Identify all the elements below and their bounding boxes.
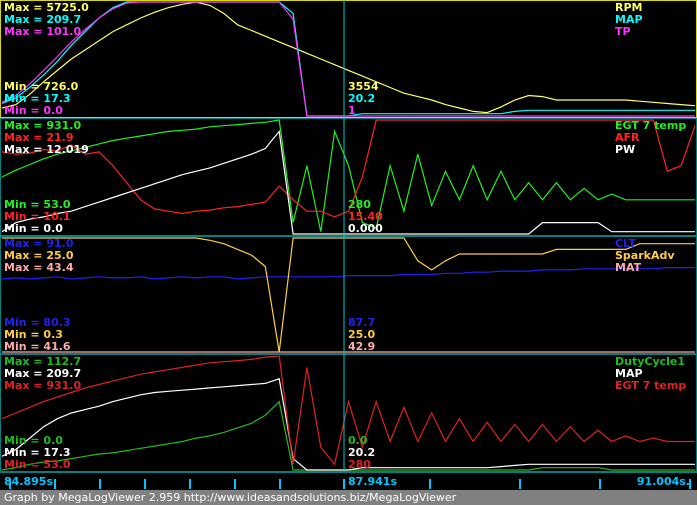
panel-1-tp-min-label: Min = 0.0 <box>4 104 63 117</box>
panel-4-egt-7-temp-max-label: Max = 931.0 <box>4 379 81 392</box>
panel-4-egt-7-temp-min-label: Min = 53.0 <box>4 458 71 471</box>
panel-2-pw-max-label: Max = 12.019 <box>4 143 89 156</box>
panel-4-egt-7-temp-legend: EGT 7 temp <box>615 379 686 392</box>
panel-3-mat-cursor-value: 42.9 <box>348 340 375 353</box>
time-axis-start-label: 84.895s. <box>4 475 57 488</box>
panel-3-mat-legend: MAT <box>615 261 642 274</box>
panel-1-tp-legend: TP <box>615 25 631 38</box>
panel-2-pw-cursor-value: 0.000 <box>348 222 383 235</box>
time-axis-end-label: 91.004s. <box>637 475 690 488</box>
graph-background <box>0 0 697 490</box>
panel-4-egt-7-temp-cursor-value: 280 <box>348 458 371 471</box>
panel-2-pw-legend: PW <box>615 143 635 156</box>
panel-3-mat-min-label: Min = 41.6 <box>4 340 71 353</box>
panel-3-mat-max-label: Max = 43.4 <box>4 261 74 274</box>
graph-canvas[interactable]: Max = 5725.0Min = 726.0 3554RPMMax = 209.… <box>0 0 697 490</box>
panel-1-tp-max-label: Max = 101.0 <box>4 25 81 38</box>
footer-credit: Graph by MegaLogViewer 2.959 http://www.… <box>0 490 697 505</box>
time-axis-cursor-label: 87.941s <box>348 475 397 488</box>
megalogviewer-graph[interactable]: Max = 5725.0 Min = 726.0 3554 RPM Max = 209.… <box>0 0 697 505</box>
panel-2-pw-min-label: Min = 0.0 <box>4 222 63 235</box>
panel-1-tp-cursor-value: 1 <box>348 104 356 117</box>
